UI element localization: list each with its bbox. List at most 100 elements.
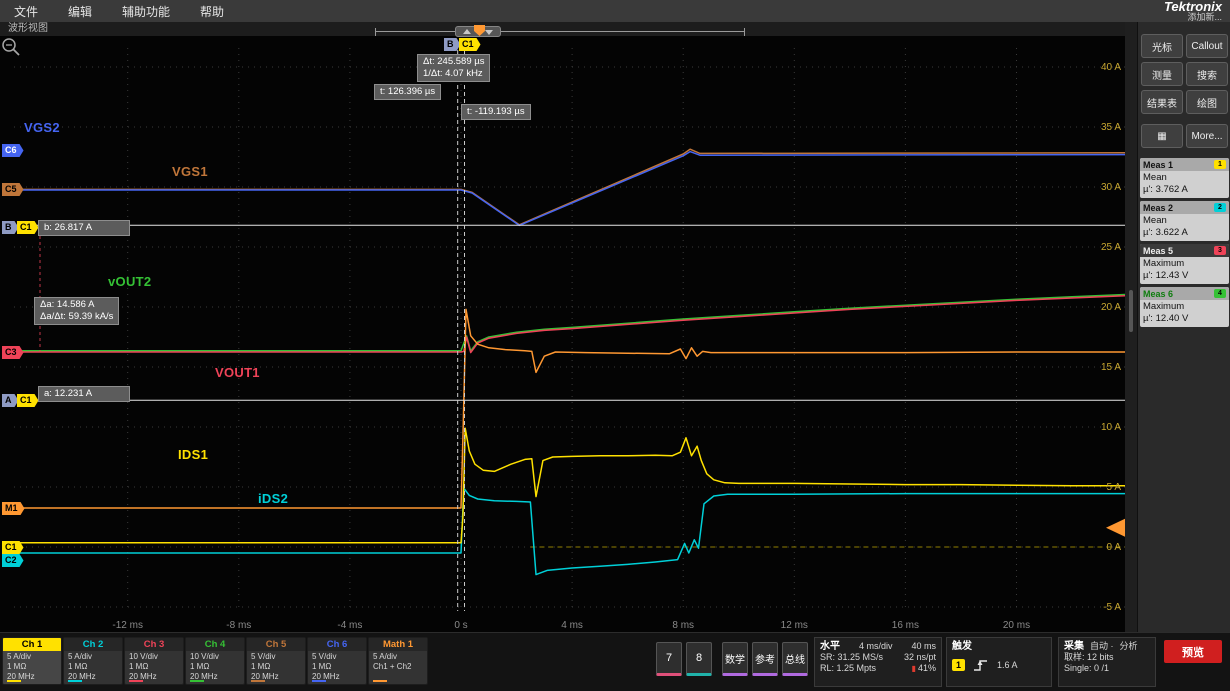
cursor-a-time-readout: t: -119.193 µs <box>461 104 531 120</box>
more-button[interactable]: More... <box>1186 124 1228 148</box>
meas-card-2[interactable]: Meas 2 2 Mean µ': 3.622 A <box>1140 201 1229 241</box>
menu-file[interactable]: 文件 <box>14 3 38 20</box>
menu-edit[interactable]: 编辑 <box>68 3 92 20</box>
svg-text:25 A: 25 A <box>1101 242 1121 253</box>
channel-badge-c2[interactable]: C2 <box>2 554 24 567</box>
meas-stat: Mean <box>1143 215 1167 226</box>
cursor-delta-a-readout: Δa: 14.586 A Δa/Δt: 59.39 kA/s <box>34 297 120 325</box>
svg-text:8 ms: 8 ms <box>672 620 694 631</box>
meas-value: µ': 12.40 V <box>1143 313 1189 324</box>
acquisition-title: 采集 <box>1064 641 1084 652</box>
channel-settings: 5 A/div Ch1 + Ch2 <box>369 651 427 672</box>
add-math-button[interactable]: 数学 <box>722 642 748 676</box>
channel-badge-ch5[interactable]: Ch 5 5 V/div 1 MΩ 20 MHz <box>246 637 306 685</box>
plot-button[interactable]: 绘图 <box>1186 90 1228 114</box>
vertical-cursor-source-badge[interactable]: C1 <box>459 38 481 51</box>
trace-label-vgs1[interactable]: VGS1 <box>172 164 208 179</box>
meas-card-body: Maximum µ': 12.40 V <box>1140 300 1229 327</box>
trace-label-ids1[interactable]: IDS1 <box>178 447 208 462</box>
meas-value: µ': 3.762 A <box>1143 184 1188 195</box>
menu-utility[interactable]: 辅助功能 <box>122 3 170 20</box>
channel-impedance: 1 MΩ <box>190 662 210 671</box>
svg-text:10 A: 10 A <box>1101 422 1121 433</box>
menu-bar: 文件 编辑 辅助功能 帮助 Tektronix 添加新... <box>0 0 1230 22</box>
record-length: RL: 1.25 Mpts <box>820 663 877 673</box>
meas-card-1[interactable]: Meas 1 1 Mean µ': 3.762 A <box>1140 158 1229 198</box>
measure-button[interactable]: 测量 <box>1141 62 1183 86</box>
channel-badge-ch3[interactable]: Ch 3 10 V/div 1 MΩ 20 MHz <box>124 637 184 685</box>
horizontal-scale: 4 ms/div <box>858 641 893 651</box>
handle-down-arrow-icon <box>485 30 493 35</box>
svg-text:0 s: 0 s <box>454 620 467 631</box>
trace-label-vgs2[interactable]: VGS2 <box>24 120 60 135</box>
channel-color-tick <box>68 680 82 682</box>
channel-scale: 5 V/div <box>251 652 276 661</box>
meas-card-body: Maximum µ': 12.43 V <box>1140 257 1229 284</box>
trace-label-vout1[interactable]: VOUT1 <box>215 365 260 380</box>
zoom-glass-icon[interactable] <box>0 36 22 58</box>
trigger-panel[interactable]: 触发 1 1.6 A <box>946 637 1052 687</box>
apps-button[interactable]: ▦ <box>1141 124 1183 148</box>
channel-settings: 5 V/div 1 MΩ 20 MHz <box>247 651 305 682</box>
svg-text:16 ms: 16 ms <box>892 620 919 631</box>
channel-header: Ch 4 <box>186 638 244 651</box>
math-badge-math1[interactable]: Math 1 5 A/div Ch1 + Ch2 <box>368 637 428 685</box>
horizontal-panel[interactable]: 水平 4 ms/div 40 ms SR: 31.25 MS/s 32 ns/p… <box>814 637 942 687</box>
acquisition-preview-bar[interactable] <box>375 25 745 39</box>
delta-t-value: Δt: 245.589 µs <box>423 56 485 67</box>
tektronix-logo: Tektronix <box>1163 0 1222 14</box>
channel-impedance: 1 MΩ <box>68 662 88 671</box>
search-button[interactable]: 搜索 <box>1186 62 1228 86</box>
channel-badge-c5[interactable]: C5 <box>2 183 24 196</box>
cursor-a-level-readout: a: 12.231 A <box>38 386 130 402</box>
channel-impedance: 1 MΩ <box>312 662 332 671</box>
trace-label-vout2[interactable]: vOUT2 <box>108 274 151 289</box>
cursor-delta-t-readout: Δt: 245.589 µs 1/Δt: 4.07 kHz <box>417 54 491 82</box>
channel-color-tick <box>7 680 21 682</box>
channel-badge-ch6[interactable]: Ch 6 5 V/div 1 MΩ 20 MHz <box>307 637 367 685</box>
acquisition-panel[interactable]: 采集 自动 · 分析 取样: 12 bits Single: 0 /1 <box>1058 637 1156 687</box>
channel-settings: 5 V/div 1 MΩ 20 MHz <box>308 651 366 682</box>
cursor-a-source-badge[interactable]: C1 <box>17 394 39 407</box>
channel-scale: 5 A/div <box>7 652 32 661</box>
results-table-button[interactable]: 结果表 <box>1141 90 1183 114</box>
trace-label-ids2[interactable]: iDS2 <box>258 491 288 506</box>
meas-value: µ': 12.43 V <box>1143 270 1189 281</box>
channel-impedance: 1 MΩ <box>7 662 27 671</box>
svg-text:0 A: 0 A <box>1107 542 1122 553</box>
meas-source-chip: 1 <box>1214 160 1226 169</box>
add-bus-button[interactable]: 总线 <box>782 642 808 676</box>
acquisition-mode: 自动 · <box>1090 641 1114 651</box>
add-channel-8-button[interactable]: 8 <box>686 642 712 676</box>
svg-text:35 A: 35 A <box>1101 122 1121 133</box>
channel-settings: 10 V/div 1 MΩ 20 MHz <box>125 651 183 682</box>
add-ref-button[interactable]: 参考 <box>752 642 778 676</box>
channel-color-tick <box>312 680 326 682</box>
preview-button[interactable]: 预览 <box>1164 640 1222 663</box>
channel-settings: 5 A/div 1 MΩ 20 MHz <box>3 651 61 682</box>
splitter-handle[interactable] <box>1129 290 1133 332</box>
trigger-source-chip[interactable]: 1 <box>952 659 965 671</box>
channel-badge-ch1[interactable]: Ch 1 5 A/div 1 MΩ 20 MHz <box>2 637 62 685</box>
meas-card-5[interactable]: Meas 5 3 Maximum µ': 12.43 V <box>1140 244 1229 284</box>
channel-badge-ch4[interactable]: Ch 4 10 V/div 1 MΩ 20 MHz <box>185 637 245 685</box>
channel-badge-c6[interactable]: C6 <box>2 144 24 157</box>
cursors-button[interactable]: 光标 <box>1141 34 1183 58</box>
waveform-view-title: 波形视图 <box>8 23 48 34</box>
callout-button[interactable]: Callout <box>1186 34 1228 58</box>
meas-card-header: Meas 2 2 <box>1140 201 1229 214</box>
menu-help[interactable]: 帮助 <box>200 3 224 20</box>
cursor-b-source-badge[interactable]: C1 <box>17 221 39 234</box>
channel-badge-m1[interactable]: M1 <box>2 502 25 515</box>
waveform-display[interactable]: 40 A 35 A 30 A 25 A 20 A 15 A 10 A 5 A 0 A -5 A -1… <box>0 36 1125 632</box>
panel-splitter[interactable] <box>1125 22 1137 632</box>
channel-badge-c3[interactable]: C3 <box>2 346 24 359</box>
horizontal-window: 40 ms <box>911 641 936 651</box>
channel-badge-ch2[interactable]: Ch 2 5 A/div 1 MΩ 20 MHz <box>63 637 123 685</box>
meas-card-header: Meas 1 1 <box>1140 158 1229 171</box>
svg-text:15 A: 15 A <box>1101 362 1121 373</box>
meas-card-6[interactable]: Meas 6 4 Maximum µ': 12.40 V <box>1140 287 1229 327</box>
channel-scale: 10 V/div <box>129 652 158 661</box>
add-channel-7-button[interactable]: 7 <box>656 642 682 676</box>
channel-badge-c1[interactable]: C1 <box>2 541 24 554</box>
